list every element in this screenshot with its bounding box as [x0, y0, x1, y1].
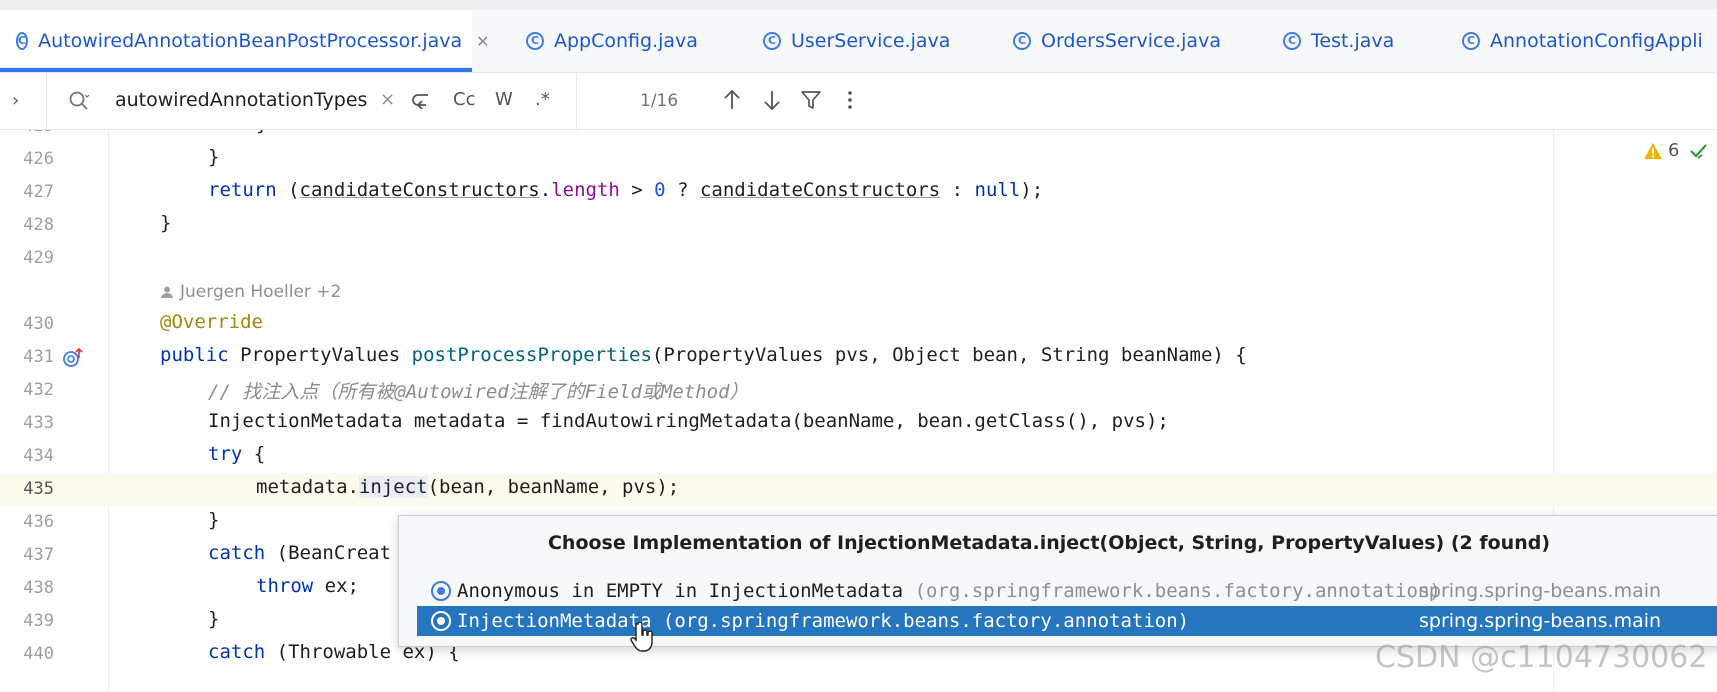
more-options-icon[interactable]	[838, 87, 862, 113]
watermark: CSDN @c1104730062	[1375, 640, 1708, 675]
class-icon: C	[1013, 32, 1031, 50]
divider	[46, 73, 47, 129]
class-icon: C	[1462, 32, 1480, 50]
tab-annotation-config-application[interactable]: C AnnotationConfigAppli	[1462, 10, 1703, 72]
arrow-down-icon[interactable]	[760, 87, 784, 113]
line-number: 437	[23, 545, 54, 565]
match-counter: 1/16	[640, 91, 679, 111]
class-icon	[431, 611, 451, 631]
code-text: }	[208, 608, 220, 630]
code-text: InjectionMetadata metadata = findAutowir…	[208, 410, 1169, 432]
class-icon: C	[16, 32, 29, 50]
line-number: 429	[23, 248, 54, 268]
code-line: 426 }	[0, 143, 1717, 176]
implementation-module: spring.spring-beans.main	[1419, 610, 1662, 632]
implementation-item[interactable]: Anonymous in EMPTY in InjectionMetadata …	[417, 576, 1717, 606]
line-number: 431	[23, 347, 54, 367]
code-text: }	[208, 146, 220, 168]
overrides-method-icon[interactable]	[62, 347, 84, 369]
tab-label: AnnotationConfigAppli	[1490, 30, 1703, 52]
find-bar: › autowiredAnnotationTypes × Cc W .* 1/1…	[0, 73, 1717, 130]
chevron-right-icon[interactable]: ›	[12, 90, 19, 111]
code-line: 428 }	[0, 209, 1717, 242]
window-top-strip	[0, 0, 1717, 10]
whole-words-toggle[interactable]: W	[495, 89, 513, 110]
code-comment: // 找注入点（所有被@Autowired注解了的Field或Method）	[208, 381, 749, 403]
highlighted-symbol: inject	[358, 476, 428, 498]
implementation-name: InjectionMetadata (org.springframework.b…	[457, 610, 1190, 632]
regex-toggle[interactable]: .*	[535, 89, 550, 110]
implementation-item-selected[interactable]: InjectionMetadata (org.springframework.b…	[417, 606, 1717, 636]
line-number: 430	[23, 314, 54, 334]
code-line: 429	[0, 242, 1717, 275]
line-number: 425	[0, 130, 54, 136]
line-number: 426	[23, 149, 54, 169]
tab-label: AutowiredAnnotationBeanPostProcessor.jav…	[38, 30, 463, 52]
class-icon: C	[763, 32, 781, 50]
line-number: 428	[23, 215, 54, 235]
replace-toggle-icon[interactable]	[408, 89, 434, 113]
code-text: public PropertyValues postProcessPropert…	[160, 344, 1247, 366]
filter-icon[interactable]	[799, 87, 823, 113]
find-query-input[interactable]: autowiredAnnotationTypes	[115, 89, 367, 111]
line-number: 440	[23, 644, 54, 664]
tab-label: AppConfig.java	[554, 30, 698, 52]
line-number: 433	[23, 413, 54, 433]
user-icon	[161, 286, 173, 298]
line-number: 427	[23, 182, 54, 202]
search-icon[interactable]	[68, 90, 90, 112]
code-line: 427 return (candidateConstructors.length…	[0, 176, 1717, 209]
class-icon: C	[1283, 32, 1301, 50]
tab-test[interactable]: C Test.java	[1283, 10, 1394, 72]
anonymous-class-icon	[431, 581, 451, 601]
code-text: metadata.inject(bean, beanName, pvs);	[256, 476, 680, 498]
code-author-hint[interactable]: Juergen Hoeller +2	[0, 275, 1717, 308]
code-text: catch (BeanCreat	[208, 542, 392, 564]
code-text: }	[160, 212, 172, 234]
tab-user-service[interactable]: C UserService.java	[763, 10, 950, 72]
clear-search-icon[interactable]: ×	[380, 89, 395, 110]
choose-implementation-popup: Choose Implementation of InjectionMetada…	[398, 515, 1717, 647]
code-line: 433 InjectionMetadata metadata = findAut…	[0, 407, 1717, 440]
author-label: Juergen Hoeller +2	[180, 282, 342, 302]
close-icon[interactable]: ✕	[476, 32, 489, 51]
class-icon: C	[526, 32, 544, 50]
line-number: 439	[23, 611, 54, 631]
code-text: try {	[208, 443, 266, 465]
tab-orders-service[interactable]: C OrdersService.java	[1013, 10, 1221, 72]
arrow-up-icon[interactable]	[720, 87, 744, 113]
hand-cursor-icon	[630, 622, 653, 652]
line-number: 436	[23, 512, 54, 532]
line-number: 432	[23, 380, 54, 400]
tab-label: UserService.java	[791, 30, 951, 52]
tab-autowired-annotation-bean-post-processor[interactable]: C AutowiredAnnotationBeanPostProcessor.j…	[0, 10, 490, 72]
match-case-toggle[interactable]: Cc	[453, 89, 475, 110]
implementation-module: spring.spring-beans.main	[1419, 580, 1662, 602]
code-text: return (candidateConstructors.length > 0…	[208, 179, 1044, 201]
code-line: 432 // 找注入点（所有被@Autowired注解了的Field或Metho…	[0, 374, 1717, 407]
code-line: 434 try {	[0, 440, 1717, 473]
code-text: throw ex;	[256, 575, 359, 597]
tab-label: OrdersService.java	[1041, 30, 1221, 52]
popup-title: Choose Implementation of InjectionMetada…	[547, 532, 1551, 554]
code-line: 431 public PropertyValues postProcessPro…	[0, 341, 1717, 374]
code-text: }	[208, 509, 220, 531]
tab-app-config[interactable]: C AppConfig.java	[526, 10, 698, 72]
code-text: @Override	[160, 311, 263, 333]
line-number: 435	[23, 479, 54, 499]
line-number: 438	[23, 578, 54, 598]
current-code-line: 435 metadata.inject(bean, beanName, pvs)…	[0, 473, 1717, 506]
line-number: 434	[23, 446, 54, 466]
tab-label: Test.java	[1311, 30, 1395, 52]
implementation-name: Anonymous in EMPTY in InjectionMetadata …	[457, 580, 1441, 602]
code-line: 425 }	[0, 130, 1717, 143]
code-text: }	[256, 130, 267, 135]
code-line: 430 @Override	[0, 308, 1717, 341]
divider	[576, 73, 577, 129]
editor-tab-bar: C AutowiredAnnotationBeanPostProcessor.j…	[0, 10, 1717, 73]
